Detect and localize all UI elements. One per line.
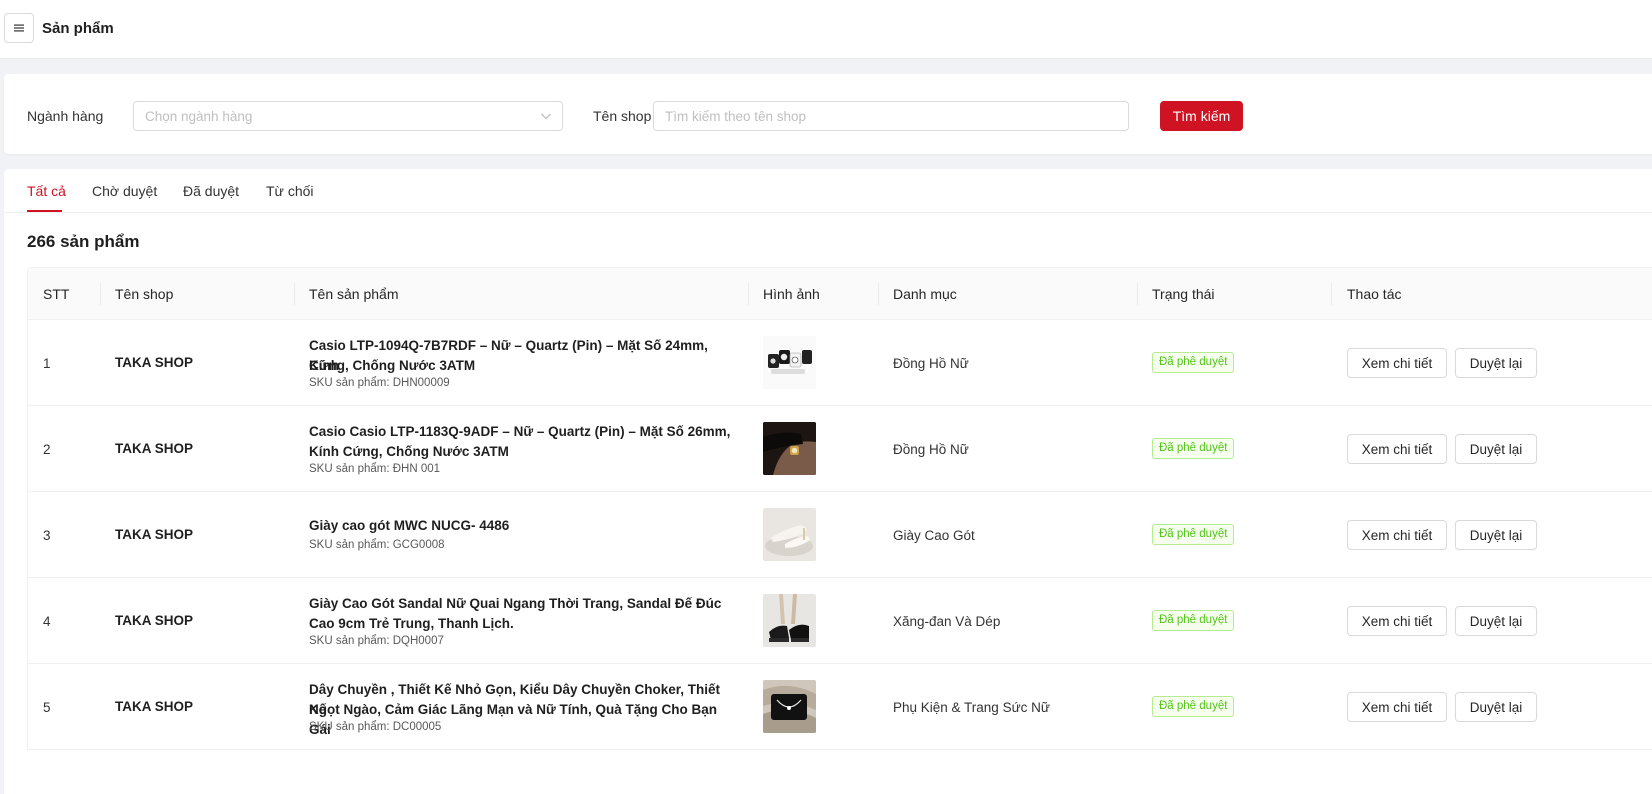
column-header-stt: STT — [43, 286, 70, 302]
row-sku: SKU sản phẩm: ĐHN 001 — [309, 463, 441, 475]
column-header-product-name: Tên sản phẩm — [309, 286, 399, 302]
active-tab-indicator — [27, 210, 62, 212]
view-details-button[interactable]: Xem chi tiết — [1347, 606, 1447, 636]
table-header: STT Tên shop Tên sản phẩm Hình ảnh Danh … — [28, 268, 1652, 320]
column-header-status: Trạng thái — [1152, 286, 1215, 302]
row-shop-name: TAKA SHOP — [115, 699, 194, 714]
row-category: Phụ Kiện & Trang Sức Nữ — [893, 700, 1050, 715]
category-select-placeholder: Chọn ngành hàng — [145, 109, 253, 124]
row-category: Giày Cao Gót — [893, 528, 975, 543]
product-thumbnail[interactable] — [763, 422, 816, 475]
category-select[interactable]: Chọn ngành hàng — [133, 101, 563, 131]
row-index: 3 — [43, 528, 51, 543]
watch-set-image — [763, 336, 816, 389]
necklace-image — [763, 680, 816, 733]
row-product-name-line: Kính Cứng, Chống Nước 3ATM — [309, 444, 509, 459]
page-title: Sản phẩm — [42, 20, 114, 37]
shop-search-input[interactable] — [653, 101, 1129, 131]
column-header-actions: Thao tác — [1347, 286, 1402, 302]
table-row: 2 TAKA SHOP Casio Casio LTP-1183Q-9ADF –… — [28, 406, 1652, 492]
products-table: STT Tên shop Tên sản phẩm Hình ảnh Danh … — [27, 267, 1652, 750]
row-product-name-line: Ngọt Ngào, Cảm Giác Lãng Mạn và Nữ Tính,… — [309, 702, 718, 737]
reapprove-button[interactable]: Duyệt lại — [1455, 520, 1537, 550]
view-details-button[interactable]: Xem chi tiết — [1347, 692, 1447, 722]
status-badge: Đã phê duyệt — [1152, 438, 1235, 459]
reapprove-button[interactable]: Duyệt lại — [1455, 692, 1537, 722]
search-button[interactable]: Tìm kiếm — [1160, 101, 1243, 131]
row-index: 1 — [43, 356, 51, 371]
status-badge: Đã phê duyệt — [1152, 352, 1235, 373]
row-product-name-line: Casio Casio LTP-1183Q-9ADF – Nữ – Quartz… — [309, 424, 731, 439]
row-sku: SKU sản phẩm: DQH0007 — [309, 635, 444, 647]
top-bar: Sản phẩm — [0, 0, 1652, 59]
chevron-down-icon — [541, 113, 551, 120]
product-thumbnail[interactable] — [763, 336, 816, 389]
reapprove-button[interactable]: Duyệt lại — [1455, 606, 1537, 636]
product-thumbnail[interactable] — [763, 680, 816, 733]
wrist-watch-image — [763, 422, 816, 475]
product-count: 266 sản phẩm — [27, 232, 140, 251]
tab-pending[interactable]: Chờ duyệt — [92, 183, 157, 199]
table-row: 5 TAKA SHOP Dây Chuyền , Thiết Kế Nhỏ Gọ… — [28, 664, 1652, 750]
view-details-button[interactable]: Xem chi tiết — [1347, 348, 1447, 378]
view-details-button[interactable]: Xem chi tiết — [1347, 520, 1447, 550]
row-product-name-line: Cứng, Chống Nước 3ATM — [309, 358, 476, 373]
row-shop-name: TAKA SHOP — [115, 613, 194, 628]
category-filter-label: Ngành hàng — [27, 108, 104, 124]
row-sku: SKU sản phẩm: GCG0008 — [309, 539, 445, 551]
column-divider — [1137, 283, 1138, 305]
row-product-name-line: Cao 9cm Trẻ Trung, Thanh Lịch. — [309, 616, 514, 631]
product-thumbnail[interactable] — [763, 594, 816, 647]
column-divider — [1331, 283, 1332, 305]
column-divider — [294, 283, 295, 305]
column-header-category: Danh mục — [893, 286, 957, 302]
row-shop-name: TAKA SHOP — [115, 355, 194, 370]
hamburger-menu-button[interactable] — [4, 13, 34, 43]
tab-approved[interactable]: Đã duyệt — [183, 183, 239, 199]
status-badge: Đã phê duyệt — [1152, 610, 1235, 631]
view-details-button[interactable]: Xem chi tiết — [1347, 434, 1447, 464]
high-heels-image — [763, 508, 816, 561]
status-badge: Đã phê duyệt — [1152, 696, 1235, 717]
table-row: 3 TAKA SHOP Giày cao gót MWC NUCG- 4486 … — [28, 492, 1652, 578]
row-sku: SKU sản phẩm: DHN00009 — [309, 377, 450, 389]
row-index: 2 — [43, 442, 51, 457]
column-header-shop: Tên shop — [115, 286, 174, 302]
status-tabs: Tất cả Chờ duyệt Đã duyệt Từ chối — [4, 169, 1652, 213]
hamburger-menu-icon — [14, 24, 24, 32]
row-product-name-line: Giày Cao Gót Sandal Nữ Quai Ngang Thời T… — [309, 596, 722, 611]
column-divider — [878, 283, 879, 305]
table-row: 1 TAKA SHOP Casio LTP-1094Q-7B7RDF – Nữ … — [28, 320, 1652, 406]
row-category: Đồng Hồ Nữ — [893, 442, 969, 457]
row-index: 5 — [43, 700, 51, 715]
filter-panel: Ngành hàng Chọn ngành hàng Tên shop Tìm … — [4, 74, 1652, 154]
product-thumbnail[interactable] — [763, 508, 816, 561]
reapprove-button[interactable]: Duyệt lại — [1455, 348, 1537, 378]
row-category: Đồng Hồ Nữ — [893, 356, 969, 371]
tab-rejected[interactable]: Từ chối — [266, 183, 314, 199]
row-shop-name: TAKA SHOP — [115, 441, 194, 456]
row-category: Xăng-đan Và Dép — [893, 614, 1001, 629]
product-list-panel: Tất cả Chờ duyệt Đã duyệt Từ chối 266 sả… — [4, 169, 1652, 794]
column-divider — [748, 283, 749, 305]
status-badge: Đã phê duyệt — [1152, 524, 1235, 545]
shop-filter-label: Tên shop — [593, 108, 652, 124]
column-header-image: Hình ảnh — [763, 286, 820, 302]
table-row: 4 TAKA SHOP Giày Cao Gót Sandal Nữ Quai … — [28, 578, 1652, 664]
sandal-image — [763, 594, 816, 647]
row-product-name-line: Giày cao gót MWC NUCG- 4486 — [309, 518, 510, 533]
tab-all[interactable]: Tất cả — [27, 183, 66, 199]
row-index: 4 — [43, 614, 51, 629]
row-shop-name: TAKA SHOP — [115, 527, 194, 542]
reapprove-button[interactable]: Duyệt lại — [1455, 434, 1537, 464]
row-sku: SKU sản phẩm: DC00005 — [309, 721, 442, 733]
column-divider — [100, 283, 101, 305]
